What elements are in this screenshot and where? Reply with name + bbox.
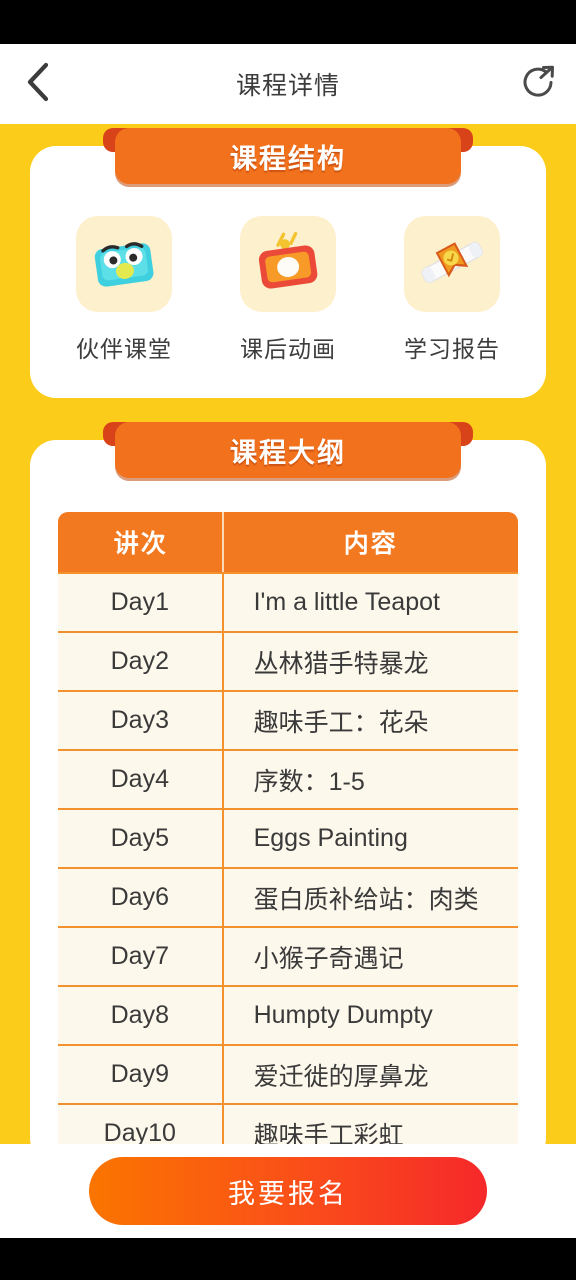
phone-screen: 课程详情 课程结构 伙伴课堂 课后动画 学习报告 课程大纲 讲次 内容 Day1…: [0, 0, 576, 1280]
feature-icon-tile: [404, 216, 500, 312]
cell-day: Day7: [58, 928, 224, 987]
course-structure-banner: 课程结构: [103, 128, 473, 184]
cell-content: 趣味手工彩虹: [223, 1105, 518, 1144]
home-indicator-bar: [0, 1238, 576, 1280]
table-row[interactable]: Day3 趣味手工：花朵: [58, 692, 518, 751]
page-title: 课程详情: [235, 72, 340, 100]
feature-label: 学习报告: [404, 336, 500, 362]
nav-bar: 课程详情: [0, 44, 576, 124]
table-row[interactable]: Day2 丛林猎手特暴龙: [58, 633, 518, 692]
cell-day: Day4: [58, 751, 224, 810]
cell-content: 蛋白质补给站：肉类: [223, 869, 518, 928]
cell-day: Day5: [58, 810, 224, 869]
enroll-button[interactable]: 我要报名: [89, 1157, 487, 1225]
cell-content: 趣味手工：花朵: [223, 692, 518, 751]
cell-day: Day8: [58, 987, 224, 1046]
outline-table: 讲次 内容 Day1 I'm a little Teapot Day2 丛林猎手…: [58, 512, 518, 1144]
cell-day: Day2: [58, 633, 224, 692]
status-bar: [0, 0, 576, 44]
cell-content: 小猴子奇遇记: [223, 928, 518, 987]
cell-content: I'm a little Teapot: [223, 572, 518, 633]
classroom-tablet-face-icon: [84, 222, 164, 307]
cell-day: Day6: [58, 869, 224, 928]
share-circle-arrow-icon: [518, 62, 558, 107]
table-row[interactable]: Day7 小猴子奇遇记: [58, 928, 518, 987]
diploma-scroll-icon: [412, 222, 492, 307]
course-structure-card: 课程结构 伙伴课堂 课后动画 学习报告: [30, 128, 546, 398]
content-scroll-area[interactable]: 课程结构 伙伴课堂 课后动画 学习报告 课程大纲 讲次 内容 Day1 I'm …: [0, 124, 576, 1144]
table-row[interactable]: Day6 蛋白质补给站：肉类: [58, 869, 518, 928]
cell-content: Humpty Dumpty: [223, 987, 518, 1046]
course-structure-banner-title: 课程结构: [230, 143, 346, 174]
outline-table-body: Day1 I'm a little Teapot Day2 丛林猎手特暴龙 Da…: [58, 572, 518, 1144]
table-row[interactable]: Day1 I'm a little Teapot: [58, 572, 518, 633]
feature-icon-tile: [240, 216, 336, 312]
feature-label: 课后动画: [240, 336, 336, 362]
back-button[interactable]: [14, 60, 62, 108]
cell-day: Day1: [58, 572, 224, 633]
feature-row: 伙伴课堂 课后动画 学习报告: [30, 192, 546, 398]
table-row[interactable]: Day10 趣味手工彩虹: [58, 1105, 518, 1144]
outline-table-wrap: 讲次 内容 Day1 I'm a little Teapot Day2 丛林猎手…: [30, 486, 546, 1144]
tv-animation-icon: [248, 222, 328, 307]
column-header-content: 内容: [223, 512, 518, 572]
cell-content: 序数：1-5: [223, 751, 518, 810]
table-header-row: 讲次 内容: [58, 512, 518, 572]
course-outline-card: 课程大纲 讲次 内容 Day1 I'm a little Teapot Day2…: [30, 422, 546, 1144]
cell-day: Day10: [58, 1105, 224, 1144]
table-row[interactable]: Day8 Humpty Dumpty: [58, 987, 518, 1046]
course-outline-banner-title: 课程大纲: [230, 437, 346, 468]
feature-item-animation[interactable]: 课后动画: [224, 216, 352, 364]
table-row[interactable]: Day4 序数：1-5: [58, 751, 518, 810]
bottom-action-bar: 我要报名: [0, 1144, 576, 1238]
feature-item-classroom[interactable]: 伙伴课堂: [60, 216, 188, 364]
feature-icon-tile: [76, 216, 172, 312]
cell-content: 丛林猎手特暴龙: [223, 633, 518, 692]
table-row[interactable]: Day9 爱迁徙的厚鼻龙: [58, 1046, 518, 1105]
column-header-day: 讲次: [58, 512, 224, 572]
cell-day: Day9: [58, 1046, 224, 1105]
chevron-left-icon: [25, 62, 51, 107]
feature-item-report[interactable]: 学习报告: [388, 216, 516, 364]
cell-day: Day3: [58, 692, 224, 751]
cell-content: Eggs Painting: [223, 810, 518, 869]
feature-label: 伙伴课堂: [76, 336, 172, 362]
course-outline-banner: 课程大纲: [103, 422, 473, 478]
table-row[interactable]: Day5 Eggs Painting: [58, 810, 518, 869]
cell-content: 爱迁徙的厚鼻龙: [223, 1046, 518, 1105]
share-button[interactable]: [514, 60, 562, 108]
